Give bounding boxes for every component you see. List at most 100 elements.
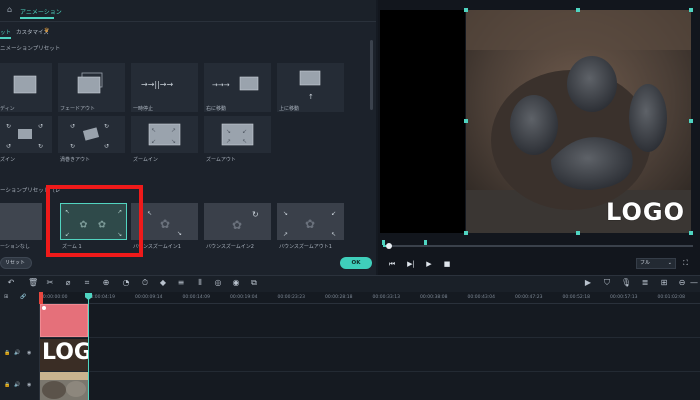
photo-clip[interactable]: [40, 372, 88, 400]
timeline-timestamp: 00:00:28:18: [325, 295, 353, 300]
color-icon[interactable]: ◆: [158, 278, 168, 288]
prev-frame-icon[interactable]: ⏮: [388, 260, 396, 268]
zoom-icon[interactable]: ⊕: [101, 278, 111, 288]
logo-clip[interactable]: LOGO: [40, 339, 88, 371]
svg-text:↖: ↖: [147, 210, 152, 217]
preset-label: ズイン: [0, 157, 16, 163]
crop-icon[interactable]: ⌗: [82, 278, 92, 288]
zoom-out-icon[interactable]: ⊖: [677, 278, 687, 288]
svg-text:↑: ↑: [308, 93, 314, 101]
playhead[interactable]: [88, 296, 89, 400]
link-icon[interactable]: 🔗: [20, 294, 26, 300]
resize-handle[interactable]: [464, 231, 468, 235]
timeline-timestamp: 00:00:57:13: [610, 295, 638, 300]
svg-text:↗: ↗: [226, 138, 231, 145]
lock-icon[interactable]: 🔒: [4, 350, 10, 356]
adjust-icon[interactable]: ≡: [176, 278, 186, 288]
svg-text:↺: ↺: [104, 143, 109, 150]
lock-icon[interactable]: 🔒: [4, 382, 10, 388]
menu-icon[interactable]: ≣: [640, 278, 650, 288]
fullscreen-icon[interactable]: ⛶: [683, 259, 692, 268]
microphone-icon[interactable]: 🎙: [621, 278, 631, 288]
zoom-out-icon: ↘ ↙ ↗ ↖: [221, 123, 254, 146]
svg-text:↺: ↺: [70, 123, 75, 130]
photo-clip-thumbnail: [40, 372, 88, 400]
effect-clip[interactable]: [40, 304, 88, 337]
quality-select[interactable]: フル ⌄: [636, 258, 676, 269]
logo-overlay-text[interactable]: LOGO: [606, 198, 685, 226]
split-icon[interactable]: ⧉: [249, 278, 259, 288]
preset-label: ディン: [0, 106, 15, 112]
preset-none[interactable]: [0, 203, 42, 240]
svg-text:↻: ↻: [252, 210, 259, 219]
add-track-icon[interactable]: ⊞: [4, 294, 10, 300]
preset-label: フェードアウト: [60, 106, 96, 112]
tab-underline: [20, 17, 54, 19]
section-animation-presets: ニメーションプリセット: [0, 46, 61, 52]
panel-scrollbar[interactable]: [370, 40, 373, 110]
track-divider: [40, 371, 700, 372]
keyframe-icon[interactable]: ◎: [213, 278, 223, 288]
resize-handle[interactable]: [576, 231, 580, 235]
ok-button[interactable]: OK: [340, 257, 372, 269]
delete-icon[interactable]: 🗑: [28, 278, 38, 288]
home-icon[interactable]: ⌂: [7, 6, 15, 14]
svg-text:↻: ↻: [6, 123, 11, 130]
preset-bounce-zoom-in-2[interactable]: ↻ ✿: [204, 203, 271, 240]
volume-icon[interactable]: 🔊: [14, 382, 20, 388]
resize-handle[interactable]: [689, 231, 693, 235]
svg-text:↘: ↘: [177, 230, 182, 237]
eye-icon[interactable]: ◉: [27, 382, 33, 388]
subtab-preset[interactable]: ット: [0, 28, 11, 36]
timeline[interactable]: [0, 292, 700, 400]
in-point-marker[interactable]: [382, 240, 385, 245]
svg-text:↻: ↻: [70, 143, 75, 150]
svg-text:↙: ↙: [331, 210, 336, 217]
preset-swirl-in[interactable]: ↻ ↺ ↺ ↻: [0, 116, 52, 153]
svg-text:↖: ↖: [151, 127, 156, 134]
tag-icon[interactable]: ⌀: [63, 278, 73, 288]
preset-zoom-out[interactable]: ↘ ↙ ↗ ↖: [204, 116, 271, 153]
svg-text:↺: ↺: [6, 143, 11, 150]
reset-button[interactable]: リセット: [0, 257, 32, 269]
resize-handle[interactable]: [689, 119, 693, 123]
timer-icon[interactable]: ⏱: [140, 278, 150, 288]
preset-swirl-out[interactable]: ↺ ↻ ↻ ↺: [58, 116, 125, 153]
volume-icon[interactable]: 🔊: [14, 350, 20, 356]
play-icon[interactable]: ▶: [425, 260, 433, 268]
tab-animation[interactable]: アニメーション: [20, 7, 62, 16]
timeline-timestamp: 00:00:09:14: [135, 295, 163, 300]
eye-icon[interactable]: ◉: [27, 350, 33, 356]
svg-text:→→→: →→→: [212, 81, 230, 89]
in-marker[interactable]: [39, 292, 43, 304]
preview-letterbox: [380, 10, 465, 233]
panel-header: ⌂ アニメーション: [0, 0, 376, 22]
stop-icon[interactable]: ■: [443, 260, 451, 268]
undo-icon[interactable]: ↶: [6, 278, 16, 288]
cut-icon[interactable]: ✂: [45, 278, 55, 288]
seek-bar[interactable]: [383, 245, 693, 247]
preset-bounce-zoom-out-1[interactable]: ↘ ↙ ↗ ↖ ✿: [277, 203, 344, 240]
marker-icon[interactable]: ⛉: [602, 278, 612, 288]
speed-icon[interactable]: ◔: [121, 278, 131, 288]
out-point-marker[interactable]: [424, 240, 427, 245]
resize-handle[interactable]: [689, 8, 693, 12]
preset-label: 右に移動: [206, 106, 227, 112]
svg-text:↘: ↘: [226, 128, 231, 135]
resize-handle[interactable]: [576, 8, 580, 12]
snap-icon[interactable]: ⊞: [659, 278, 669, 288]
svg-text:✿: ✿: [160, 217, 170, 231]
preview-image[interactable]: LOGO: [466, 10, 691, 233]
bounce-zoom-out-1-icon: ↘ ↙ ↗ ↖ ✿: [283, 210, 336, 238]
seek-knob[interactable]: [386, 243, 392, 249]
none-icon: [0, 203, 42, 240]
resize-handle[interactable]: [464, 8, 468, 12]
svg-text:↙: ↙: [242, 128, 247, 135]
step-back-icon[interactable]: ▶|: [407, 260, 415, 268]
motion-track-icon[interactable]: ◉: [231, 278, 241, 288]
audio-icon[interactable]: ⦀: [195, 278, 205, 288]
resize-handle[interactable]: [464, 119, 468, 123]
preset-zoom-in[interactable]: ↖ ↗ ↙ ↘: [131, 116, 198, 153]
zoom-slider[interactable]: —: [690, 278, 698, 288]
render-icon[interactable]: ▶: [583, 278, 593, 288]
